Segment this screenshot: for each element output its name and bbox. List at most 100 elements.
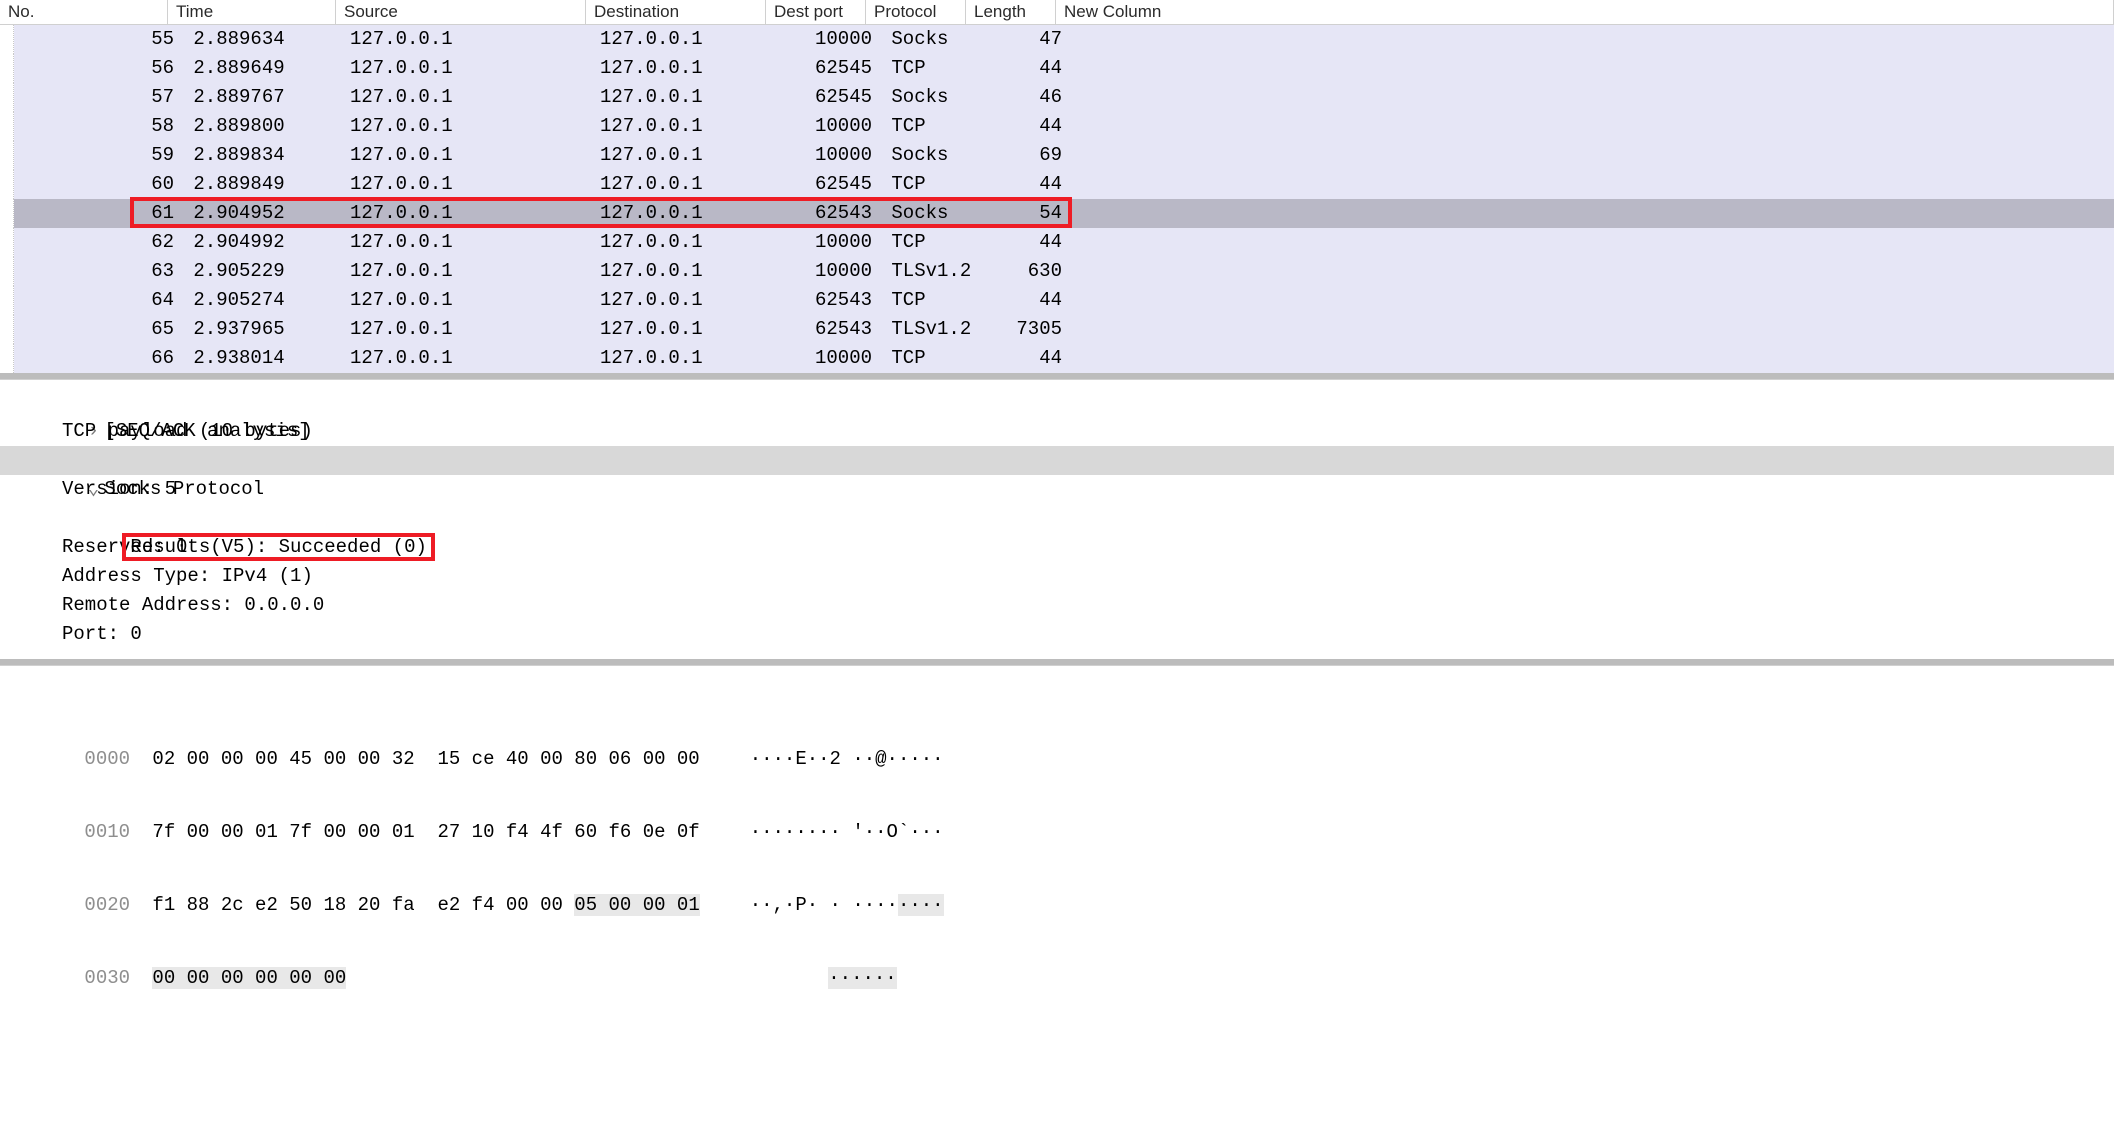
cell-destination: 127.0.0.1 xyxy=(600,344,780,373)
tree-address-type[interactable]: Address Type: IPv4 (1) xyxy=(0,562,2114,591)
packet-row[interactable]: 56 2.889649127.0.0.1127.0.0.162545 TCP44 xyxy=(0,54,2114,83)
col-header-dest-port[interactable]: Dest port xyxy=(766,0,866,24)
col-header-destination[interactable]: Destination xyxy=(586,0,766,24)
cell-dest-port: 10000 xyxy=(780,141,880,170)
packet-row[interactable]: 65 2.937965127.0.0.1127.0.0.162543 TLSv1… xyxy=(0,315,2114,344)
hex-bytes: 02 00 00 00 45 00 00 32 15 ce 40 00 80 0… xyxy=(152,748,699,770)
cell-source: 127.0.0.1 xyxy=(350,83,600,112)
tree-seq-ack[interactable]: ›[SEQ/ACK analysis] xyxy=(0,388,2114,417)
hex-offset: 0000 xyxy=(84,745,152,774)
cell-destination: 127.0.0.1 xyxy=(600,228,780,257)
cell-source: 127.0.0.1 xyxy=(350,54,600,83)
packet-row[interactable]: 62 2.904992127.0.0.1127.0.0.110000 TCP44 xyxy=(0,228,2114,257)
cell-length: 44 xyxy=(980,170,1070,199)
packet-list-header[interactable]: No. Time Source Destination Dest port Pr… xyxy=(0,0,2114,25)
cell-source: 127.0.0.1 xyxy=(350,112,600,141)
cell-protocol: TCP xyxy=(880,170,980,199)
cell-new-column xyxy=(1070,344,2114,373)
hex-row[interactable]: 000002 00 00 00 45 00 00 32 15 ce 40 00 … xyxy=(0,716,2114,745)
cell-source: 127.0.0.1 xyxy=(350,141,600,170)
cell-protocol: Socks xyxy=(880,199,980,228)
hex-ascii-selected: ···· xyxy=(898,894,944,916)
row-gutter xyxy=(0,54,14,83)
cell-protocol: Socks xyxy=(880,25,980,54)
cell-new-column xyxy=(1070,315,2114,344)
cell-dest-port: 62545 xyxy=(780,83,880,112)
cell-no: 59 xyxy=(14,141,182,170)
cell-source: 127.0.0.1 xyxy=(350,257,600,286)
cell-new-column xyxy=(1070,257,2114,286)
cell-destination: 127.0.0.1 xyxy=(600,315,780,344)
cell-no: 60 xyxy=(14,170,182,199)
packet-row[interactable]: 58 2.889800127.0.0.1127.0.0.110000 TCP44 xyxy=(0,112,2114,141)
cell-dest-port: 62543 xyxy=(780,286,880,315)
cell-new-column xyxy=(1070,54,2114,83)
tree-remote-address[interactable]: Remote Address: 0.0.0.0 xyxy=(0,591,2114,620)
tree-socks-protocol[interactable]: ⌄Socks Protocol xyxy=(0,446,2114,475)
col-header-time[interactable]: Time xyxy=(168,0,336,24)
col-header-length[interactable]: Length xyxy=(966,0,1056,24)
row-gutter xyxy=(0,344,14,373)
tree-port-label: Port: 0 xyxy=(62,623,142,645)
packet-row[interactable]: 55 2.889634127.0.0.1127.0.0.110000 Socks… xyxy=(0,25,2114,54)
cell-time: 2.889767 xyxy=(182,83,350,112)
hex-offset: 0030 xyxy=(84,964,152,993)
cell-length: 44 xyxy=(980,112,1070,141)
cell-time: 2.889634 xyxy=(182,25,350,54)
packet-row[interactable]: 60 2.889849127.0.0.1127.0.0.162545 TCP44 xyxy=(0,170,2114,199)
hex-row[interactable]: 00107f 00 00 01 7f 00 00 01 27 10 f4 4f … xyxy=(0,789,2114,818)
packet-row[interactable]: 64 2.905274127.0.0.1127.0.0.162543 TCP44 xyxy=(0,286,2114,315)
hex-row[interactable]: 0020f1 88 2c e2 50 18 20 fa e2 f4 00 00 … xyxy=(0,862,2114,891)
cell-time: 2.937965 xyxy=(182,315,350,344)
col-header-new-column[interactable]: New Column xyxy=(1056,0,2114,24)
packet-row[interactable]: 63 2.905229127.0.0.1127.0.0.110000 TLSv1… xyxy=(0,257,2114,286)
cell-protocol: TLSv1.2 xyxy=(880,257,980,286)
row-gutter xyxy=(0,83,14,112)
cell-length: 54 xyxy=(980,199,1070,228)
cell-protocol: TCP xyxy=(880,54,980,83)
packet-row[interactable]: 66 2.938014127.0.0.1127.0.0.110000 TCP44 xyxy=(0,344,2114,373)
hex-row[interactable]: 003000 00 00 00 00 00······ xyxy=(0,935,2114,964)
packet-row[interactable]: 57 2.889767127.0.0.1127.0.0.162545 Socks… xyxy=(0,83,2114,112)
row-gutter xyxy=(0,199,14,228)
hex-ascii: ··,·P· · ···· xyxy=(750,894,898,916)
cell-source: 127.0.0.1 xyxy=(350,315,600,344)
packet-row[interactable]: 59 2.889834127.0.0.1127.0.0.110000 Socks… xyxy=(0,141,2114,170)
cell-dest-port: 10000 xyxy=(780,25,880,54)
cell-no: 62 xyxy=(14,228,182,257)
packet-bytes-pane[interactable]: 000002 00 00 00 45 00 00 32 15 ce 40 00 … xyxy=(0,665,2114,1028)
cell-length: 44 xyxy=(980,54,1070,83)
cell-dest-port: 10000 xyxy=(780,257,880,286)
cell-no: 61 xyxy=(14,199,182,228)
cell-protocol: TLSv1.2 xyxy=(880,315,980,344)
cell-no: 65 xyxy=(14,315,182,344)
cell-protocol: TCP xyxy=(880,228,980,257)
hex-ascii: ········ '··O`··· xyxy=(750,821,944,843)
cell-time: 2.889834 xyxy=(182,141,350,170)
tree-version[interactable]: Version: 5 xyxy=(0,475,2114,504)
col-header-protocol[interactable]: Protocol xyxy=(866,0,966,24)
row-gutter xyxy=(0,286,14,315)
col-header-no[interactable]: No. xyxy=(0,0,168,24)
tree-results[interactable]: Results(V5): Succeeded (0) xyxy=(0,504,2114,533)
tree-port[interactable]: Port: 0 xyxy=(0,620,2114,649)
packet-list-body[interactable]: 55 2.889634127.0.0.1127.0.0.110000 Socks… xyxy=(0,25,2114,373)
cell-length: 44 xyxy=(980,286,1070,315)
packet-row[interactable]: 61 2.904952127.0.0.1127.0.0.162543 Socks… xyxy=(0,199,2114,228)
row-gutter xyxy=(0,228,14,257)
tree-version-label: Version: 5 xyxy=(62,478,176,500)
tree-tcp-payload[interactable]: TCP payload (10 bytes) xyxy=(0,417,2114,446)
hex-offset: 0020 xyxy=(84,891,152,920)
cell-time: 2.889649 xyxy=(182,54,350,83)
cell-length: 69 xyxy=(980,141,1070,170)
cell-source: 127.0.0.1 xyxy=(350,25,600,54)
packet-list-pane: No. Time Source Destination Dest port Pr… xyxy=(0,0,2114,379)
cell-dest-port: 62543 xyxy=(780,315,880,344)
packet-details-pane[interactable]: ›[SEQ/ACK analysis] TCP payload (10 byte… xyxy=(0,379,2114,665)
hex-ascii: ····E··2 ··@····· xyxy=(750,748,944,770)
cell-destination: 127.0.0.1 xyxy=(600,54,780,83)
cell-time: 2.905274 xyxy=(182,286,350,315)
col-header-source[interactable]: Source xyxy=(336,0,586,24)
app-root: No. Time Source Destination Dest port Pr… xyxy=(0,0,2114,1028)
cell-protocol: TCP xyxy=(880,112,980,141)
